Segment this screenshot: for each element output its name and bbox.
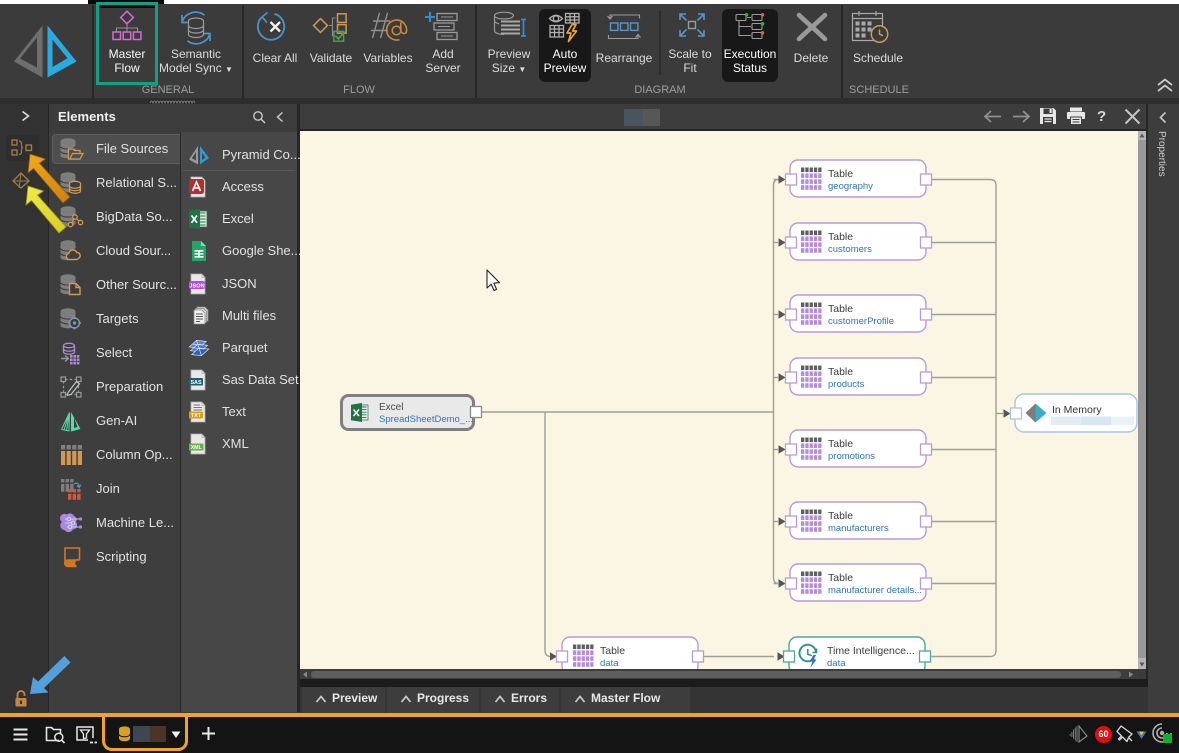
svg-text:data: data: [827, 658, 846, 669]
svg-text:customers: customers: [828, 244, 872, 255]
svg-text:geography: geography: [828, 181, 873, 192]
svg-text:Table: Table: [828, 510, 853, 522]
svg-text:Table: Table: [600, 645, 625, 657]
svg-text:Table: Table: [828, 572, 853, 584]
svg-text:SAS: SAS: [190, 380, 201, 386]
svg-text:In Memory: In Memory: [1052, 404, 1102, 416]
svg-text:SpreadSheetDemo_...: SpreadSheetDemo_...: [379, 414, 473, 425]
svg-text:Time Intelligence...: Time Intelligence...: [827, 645, 915, 657]
svg-text:TXT: TXT: [191, 413, 202, 419]
svg-text:manufacturer details...: manufacturer details...: [828, 585, 922, 596]
svg-text:manufacturers: manufacturers: [828, 523, 889, 534]
svg-text:Table: Table: [828, 438, 853, 450]
svg-text:XML: XML: [191, 445, 203, 451]
svg-text:data: data: [600, 658, 619, 669]
svg-text:JSON: JSON: [189, 283, 204, 289]
svg-text:products: products: [828, 379, 865, 390]
svg-text:customerProfile: customerProfile: [828, 316, 894, 327]
svg-text:Table: Table: [828, 231, 853, 243]
svg-text:promotions: promotions: [828, 451, 875, 462]
svg-text:Table: Table: [828, 303, 853, 315]
svg-text:Excel: Excel: [379, 402, 403, 413]
svg-text:Table: Table: [828, 366, 853, 378]
svg-text:Table: Table: [828, 168, 853, 180]
